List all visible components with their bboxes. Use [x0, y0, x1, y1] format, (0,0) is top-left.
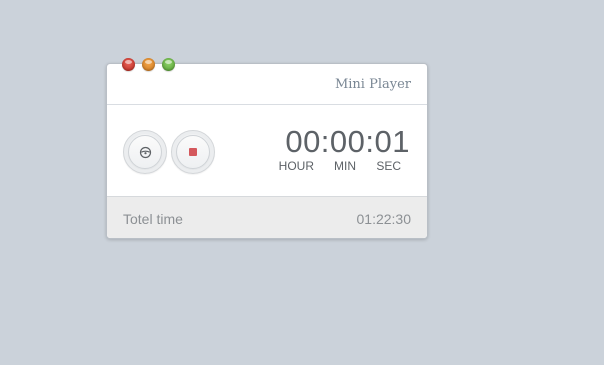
total-time-label: Totel time	[123, 211, 183, 227]
stop-button-face[interactable]	[176, 135, 210, 169]
play-button[interactable]	[123, 130, 167, 174]
window-title: Mini Player	[334, 77, 411, 92]
play-button-face[interactable]	[128, 135, 162, 169]
elapsed-time-display: 00:00:01	[285, 124, 410, 159]
timer-controls: 00:00:01 HOUR MIN SEC	[107, 105, 427, 195]
stop-button[interactable]	[171, 130, 215, 174]
second-label: SEC	[376, 159, 401, 173]
minute-label: MIN	[334, 159, 356, 173]
mini-player-window: Mini Player 00:00:01 HOUR MIN SEC Totel …	[106, 58, 428, 239]
steering-wheel-icon	[139, 146, 151, 158]
stop-icon	[189, 148, 197, 156]
title-bar: Mini Player	[107, 64, 427, 105]
total-time-value: 01:22:30	[356, 211, 412, 227]
hour-label: HOUR	[278, 159, 314, 173]
total-time-bar: Totel time 01:22:30	[107, 196, 427, 238]
